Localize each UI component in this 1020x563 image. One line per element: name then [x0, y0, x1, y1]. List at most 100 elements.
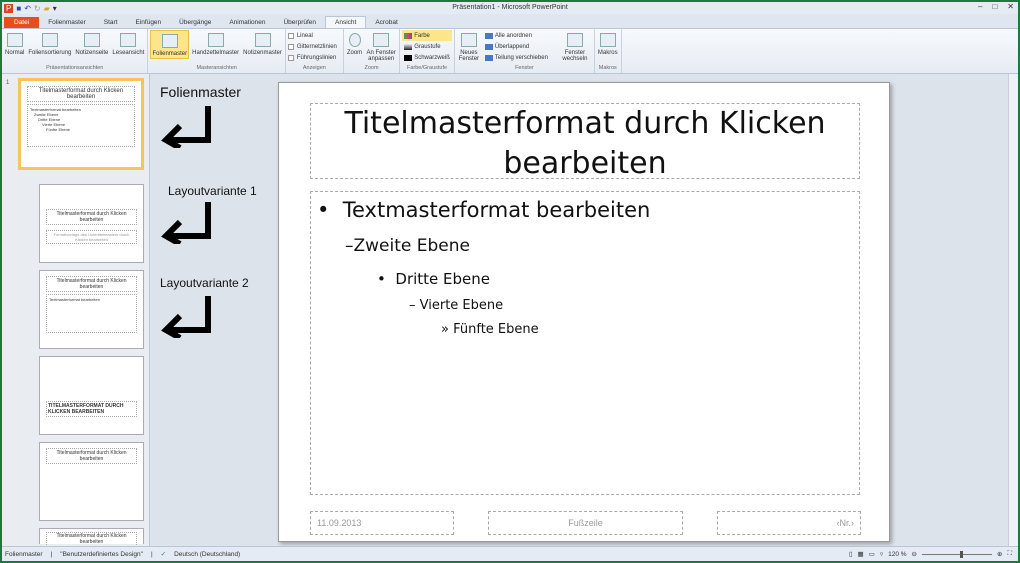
label: Gitternetzlinien — [296, 43, 337, 50]
thumbnail-layout-2[interactable]: Titelmasterformat durch Klicken bearbeit… — [39, 270, 144, 349]
minimize-icon[interactable]: – — [978, 2, 982, 11]
bullet: – — [345, 236, 354, 256]
return-arrow-icon — [161, 202, 211, 244]
group-label: Anzeigen — [302, 65, 326, 71]
zoom-slider[interactable] — [921, 550, 992, 558]
tab-start[interactable]: Start — [95, 17, 127, 28]
label: Lineal — [296, 32, 313, 39]
reading-view-icon[interactable]: ▭ — [869, 550, 875, 558]
group-praesentationsansichten: Normal Foliensortierung Notizenseite Les… — [2, 29, 149, 73]
window-title: Präsentation1 - Microsoft PowerPoint — [452, 4, 568, 11]
workspace: 1 Titelmasterformat durch Klicken bearbe… — [2, 74, 1018, 546]
powerpoint-window: P ■ ↶ ↻ ▰ ▾ Präsentation1 - Microsoft Po… — [2, 2, 1018, 561]
status-language[interactable]: Deutsch (Deutschland) — [174, 551, 240, 558]
tab-animationen[interactable]: Animationen — [220, 17, 274, 28]
thumb-title: TITELMASTERFORMAT DURCH KLICKEN BEARBEIT… — [46, 401, 137, 417]
thumbnail-layout-3[interactable]: TITELMASTERFORMAT DURCH KLICKEN BEARBEIT… — [39, 356, 144, 435]
close-icon[interactable]: ✕ — [1007, 2, 1014, 11]
title-bar: P ■ ↶ ↻ ▰ ▾ Präsentation1 - Microsoft Po… — [2, 2, 1018, 14]
teilung-verschieben-button[interactable]: Teilung verschieben — [483, 52, 550, 63]
return-arrow-icon — [161, 296, 211, 338]
tab-folienmaster[interactable]: Folienmaster — [39, 17, 95, 28]
slideshow-icon[interactable]: ▿ — [880, 550, 883, 558]
schwarzweiss-button[interactable]: Schwarzweiß — [402, 52, 452, 63]
group-fenster: Neues Fenster Alle anordnen Überlappend … — [455, 29, 595, 73]
label: Führungslinien — [296, 54, 337, 61]
gitternetzlinien-checkbox[interactable]: Gitternetzlinien — [287, 41, 341, 52]
tab-ansicht[interactable]: Ansicht — [325, 16, 367, 28]
handzettelmaster-button[interactable]: Handzettelmaster — [191, 30, 240, 57]
zoom-button[interactable]: Zoom — [346, 30, 363, 57]
thumbnail-layout-4[interactable]: Titelmasterformat durch Klicken bearbeit… — [39, 442, 144, 521]
sorter-view-icon[interactable]: ▦ — [858, 550, 864, 558]
fenster-wechseln-button[interactable]: Fenster wechseln — [558, 30, 592, 63]
thumbnail-layout-5[interactable]: Titelmasterformat durch Klicken bearbeit… — [39, 528, 144, 545]
thumb-subtitle: Formatvorlage des Untertitelmasters durc… — [46, 230, 137, 244]
label: Überlappend — [494, 43, 530, 50]
level-text: Zweite Ebene — [353, 236, 471, 256]
leseansicht-button[interactable]: Leseansicht — [111, 30, 145, 57]
thumbnail-slide-master[interactable]: Titelmasterformat durch Klicken bearbeit… — [18, 78, 144, 170]
bullet: – — [409, 298, 416, 313]
foliensortierung-button[interactable]: Foliensortierung — [27, 30, 72, 57]
normal-button[interactable]: Normal — [4, 30, 25, 57]
makros-button[interactable]: Makros — [597, 30, 619, 57]
thumb-title: Titelmasterformat durch Klicken bearbeit… — [46, 448, 137, 464]
tab-acrobat[interactable]: Acrobat — [366, 17, 406, 28]
tab-ueberpruefen[interactable]: Überprüfen — [274, 17, 325, 28]
thumb-title: Titelmasterformat durch Klicken bearbeit… — [46, 532, 137, 545]
zoom-in-icon[interactable]: ⊕ — [997, 550, 1002, 558]
text-placeholder[interactable]: • Textmasterformat bearbeiten –Zweite Eb… — [310, 191, 860, 495]
thumbnail-layout-1[interactable]: Titelmasterformat durch Klicken bearbeit… — [39, 184, 144, 263]
normal-view-icon[interactable]: ▯ — [849, 550, 853, 558]
label: Notizenseite — [75, 50, 109, 56]
neues-fenster-button[interactable]: Neues Fenster — [457, 30, 481, 63]
label: Normal — [5, 50, 25, 56]
bullet: • — [377, 270, 386, 288]
notizenseite-button[interactable]: Notizenseite — [74, 30, 109, 57]
label: Teilung verschieben — [494, 54, 548, 61]
vertical-scrollbar[interactable] — [1008, 74, 1018, 546]
ueberlappend-button[interactable]: Überlappend — [483, 41, 550, 52]
zoom-level[interactable]: 120 % — [888, 551, 906, 558]
label: Folienmaster — [152, 51, 188, 57]
thumb-level: Fünfte Ebene — [46, 127, 71, 132]
thumb-title: Titelmasterformat durch Klicken bearbeit… — [46, 276, 137, 292]
label: Leseansicht — [112, 50, 145, 56]
zoom-out-icon[interactable]: ⊖ — [912, 550, 917, 558]
label: Alle anordnen — [494, 32, 532, 39]
label: Handzettelmaster — [192, 50, 240, 56]
fuehrungslinien-checkbox[interactable]: Führungslinien — [287, 52, 341, 63]
folienmaster-button[interactable]: Folienmaster — [150, 30, 190, 59]
group-label: Fenster — [515, 65, 534, 71]
footer-placeholder[interactable]: Fußzeile — [488, 511, 683, 535]
label: Makros — [597, 50, 618, 56]
group-zoom: Zoom An Fenster anpassen Zoom — [344, 29, 401, 73]
lineal-checkbox[interactable]: Lineal — [287, 30, 341, 41]
spellcheck-icon[interactable]: ✓ — [161, 550, 166, 558]
date-placeholder[interactable]: 11.09.2013 — [310, 511, 454, 535]
notizenmaster-button[interactable]: Notizenmaster — [242, 30, 283, 57]
tab-einfuegen[interactable]: Einfügen — [127, 17, 171, 28]
annotation-layoutvariante-2: Layoutvariante 2 — [160, 276, 249, 290]
annotation-layoutvariante-1: Layoutvariante 1 — [168, 184, 257, 198]
group-label: Zoom — [364, 65, 379, 71]
alle-anordnen-button[interactable]: Alle anordnen — [483, 30, 550, 41]
title-placeholder[interactable]: Titelmasterformat durch Klicken bearbeit… — [310, 103, 860, 181]
an-fenster-anpassen-button[interactable]: An Fenster anpassen — [365, 30, 397, 63]
tab-datei[interactable]: Datei — [4, 17, 40, 28]
group-label: Farbe/Graustufe — [407, 65, 448, 71]
thumb-body: Textmasterformat bearbeiten — [46, 294, 137, 333]
slide-number-placeholder[interactable]: ‹Nr.› — [717, 511, 861, 535]
level-text: Textmasterformat bearbeiten — [342, 198, 651, 222]
group-anzeigen: Lineal Gitternetzlinien Führungslinien A… — [286, 29, 344, 73]
status-view: Folienmaster — [5, 550, 43, 558]
maximize-icon[interactable]: □ — [992, 2, 997, 11]
ribbon-tabs: Datei Folienmaster Start Einfügen Übergä… — [2, 14, 1018, 28]
farbe-button[interactable]: Farbe — [402, 30, 452, 41]
tab-uebergaenge[interactable]: Übergänge — [170, 17, 220, 28]
fit-window-icon[interactable]: ⛶ — [1007, 550, 1012, 558]
text-level-4: – Vierte Ebene — [409, 298, 503, 313]
graustufe-button[interactable]: Graustufe — [402, 41, 452, 52]
slide-thumbnail-pane[interactable]: 1 Titelmasterformat durch Klicken bearbe… — [2, 74, 150, 546]
